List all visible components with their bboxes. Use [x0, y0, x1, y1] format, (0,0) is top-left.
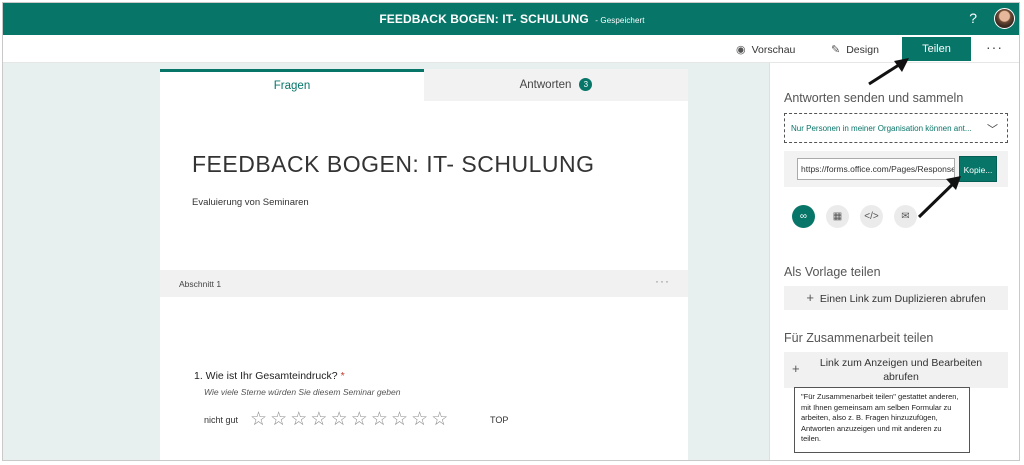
- header-title: FEEDBACK BOGEN: IT- SCHULUNG - Gespeiche…: [3, 12, 1019, 26]
- star-icon[interactable]: ☆: [351, 409, 371, 430]
- user-avatar[interactable]: [994, 8, 1015, 29]
- plus-icon: +: [806, 290, 814, 305]
- responses-count-badge: 3: [579, 78, 593, 91]
- required-mark: *: [340, 370, 345, 382]
- edit-link-button[interactable]: + Link zum Anzeigen und Bearbeiten abrufe…: [784, 352, 1008, 388]
- form-workspace: Fragen Antworten 3 FEEDBACK BOGEN: IT- SC…: [3, 63, 769, 460]
- tab-responses[interactable]: Antworten 3: [424, 69, 688, 101]
- form-title[interactable]: FEEDBACK BOGEN: IT- SCHULUNG: [192, 151, 595, 178]
- qr-code-icon[interactable]: ▦: [826, 205, 849, 228]
- share-panel: Antworten senden und sammeln Nur Persone…: [769, 63, 1019, 460]
- form-description[interactable]: Evaluierung von Seminaren: [192, 197, 309, 208]
- star-icon[interactable]: ☆: [310, 409, 330, 430]
- embed-icon[interactable]: </>: [860, 205, 883, 228]
- permission-dropdown[interactable]: Nur Personen in meiner Organisation könn…: [784, 113, 1008, 143]
- rating-high-label: TOP: [490, 415, 509, 425]
- header-title-text: FEEDBACK BOGEN: IT- SCHULUNG: [379, 12, 589, 26]
- star-icon[interactable]: ☆: [391, 409, 411, 430]
- duplicate-link-label: Einen Link zum Duplizieren abrufen: [819, 293, 986, 305]
- plus-icon: +: [792, 361, 800, 376]
- section-menu-button[interactable]: ···: [655, 274, 670, 288]
- form-card: Fragen Antworten 3 FEEDBACK BOGEN: IT- SC…: [160, 69, 688, 460]
- question-title[interactable]: 1. Wie ist Ihr Gesamteindruck? *: [194, 370, 345, 382]
- link-icon[interactable]: ∞: [792, 205, 815, 228]
- link-box: https://forms.office.com/Pages/ResponseP…: [784, 151, 1008, 187]
- star-icon[interactable]: ☆: [411, 409, 431, 430]
- share-method-icons: ∞ ▦ </> ✉: [792, 205, 932, 229]
- app-window: FEEDBACK BOGEN: IT- SCHULUNG - Gespeiche…: [2, 2, 1020, 461]
- arrow-annotation-copy: [917, 176, 961, 219]
- preview-label: Vorschau: [751, 44, 796, 56]
- arrow-annotation-share: [868, 58, 909, 86]
- saved-status: - Gespeichert: [595, 16, 645, 25]
- palette-icon: ✎: [831, 44, 841, 56]
- form-tabs: Fragen Antworten 3: [160, 69, 688, 101]
- section-header[interactable]: Abschnitt 1 ···: [160, 270, 688, 297]
- permission-value: Nur Personen in meiner Organisation könn…: [791, 124, 972, 133]
- star-icon[interactable]: ☆: [431, 409, 451, 430]
- rating-low-label: nicht gut: [204, 415, 239, 425]
- collab-tooltip: "Für Zusammenarbeit teilen" gestattet an…: [794, 387, 970, 453]
- star-icon[interactable]: ☆: [270, 409, 290, 430]
- star-icon[interactable]: ☆: [290, 409, 310, 430]
- question-subtitle: Wie viele Sterne würden Sie diesem Semin…: [204, 387, 401, 397]
- star-rating[interactable]: ☆☆☆☆☆☆☆☆☆☆: [250, 408, 451, 431]
- template-heading: Als Vorlage teilen: [784, 265, 881, 279]
- section-label: Abschnitt 1: [179, 279, 222, 289]
- rating-row: nicht gut ☆☆☆☆☆☆☆☆☆☆ TOP: [204, 408, 604, 432]
- star-icon[interactable]: ☆: [250, 409, 270, 430]
- star-icon[interactable]: ☆: [331, 409, 351, 430]
- top-header: FEEDBACK BOGEN: IT- SCHULUNG - Gespeiche…: [3, 3, 1019, 35]
- send-collect-heading: Antworten senden und sammeln: [784, 91, 964, 105]
- help-button[interactable]: ?: [969, 10, 977, 26]
- tab-responses-label: Antworten: [519, 79, 572, 91]
- star-icon[interactable]: ☆: [371, 409, 391, 430]
- question-title-text: 1. Wie ist Ihr Gesamteindruck?: [194, 370, 338, 382]
- edit-link-label: Link zum Anzeigen und Bearbeiten abrufen: [819, 357, 983, 383]
- collab-heading: Für Zusammenarbeit teilen: [784, 331, 934, 345]
- tab-questions[interactable]: Fragen: [160, 69, 424, 101]
- preview-button[interactable]: ◉ Vorschau: [736, 43, 795, 56]
- eye-icon: ◉: [736, 44, 746, 56]
- more-options-button[interactable]: ···: [986, 39, 1003, 55]
- duplicate-link-button[interactable]: + Einen Link zum Duplizieren abrufen: [784, 286, 1008, 310]
- chevron-down-icon: ﹀: [987, 124, 998, 136]
